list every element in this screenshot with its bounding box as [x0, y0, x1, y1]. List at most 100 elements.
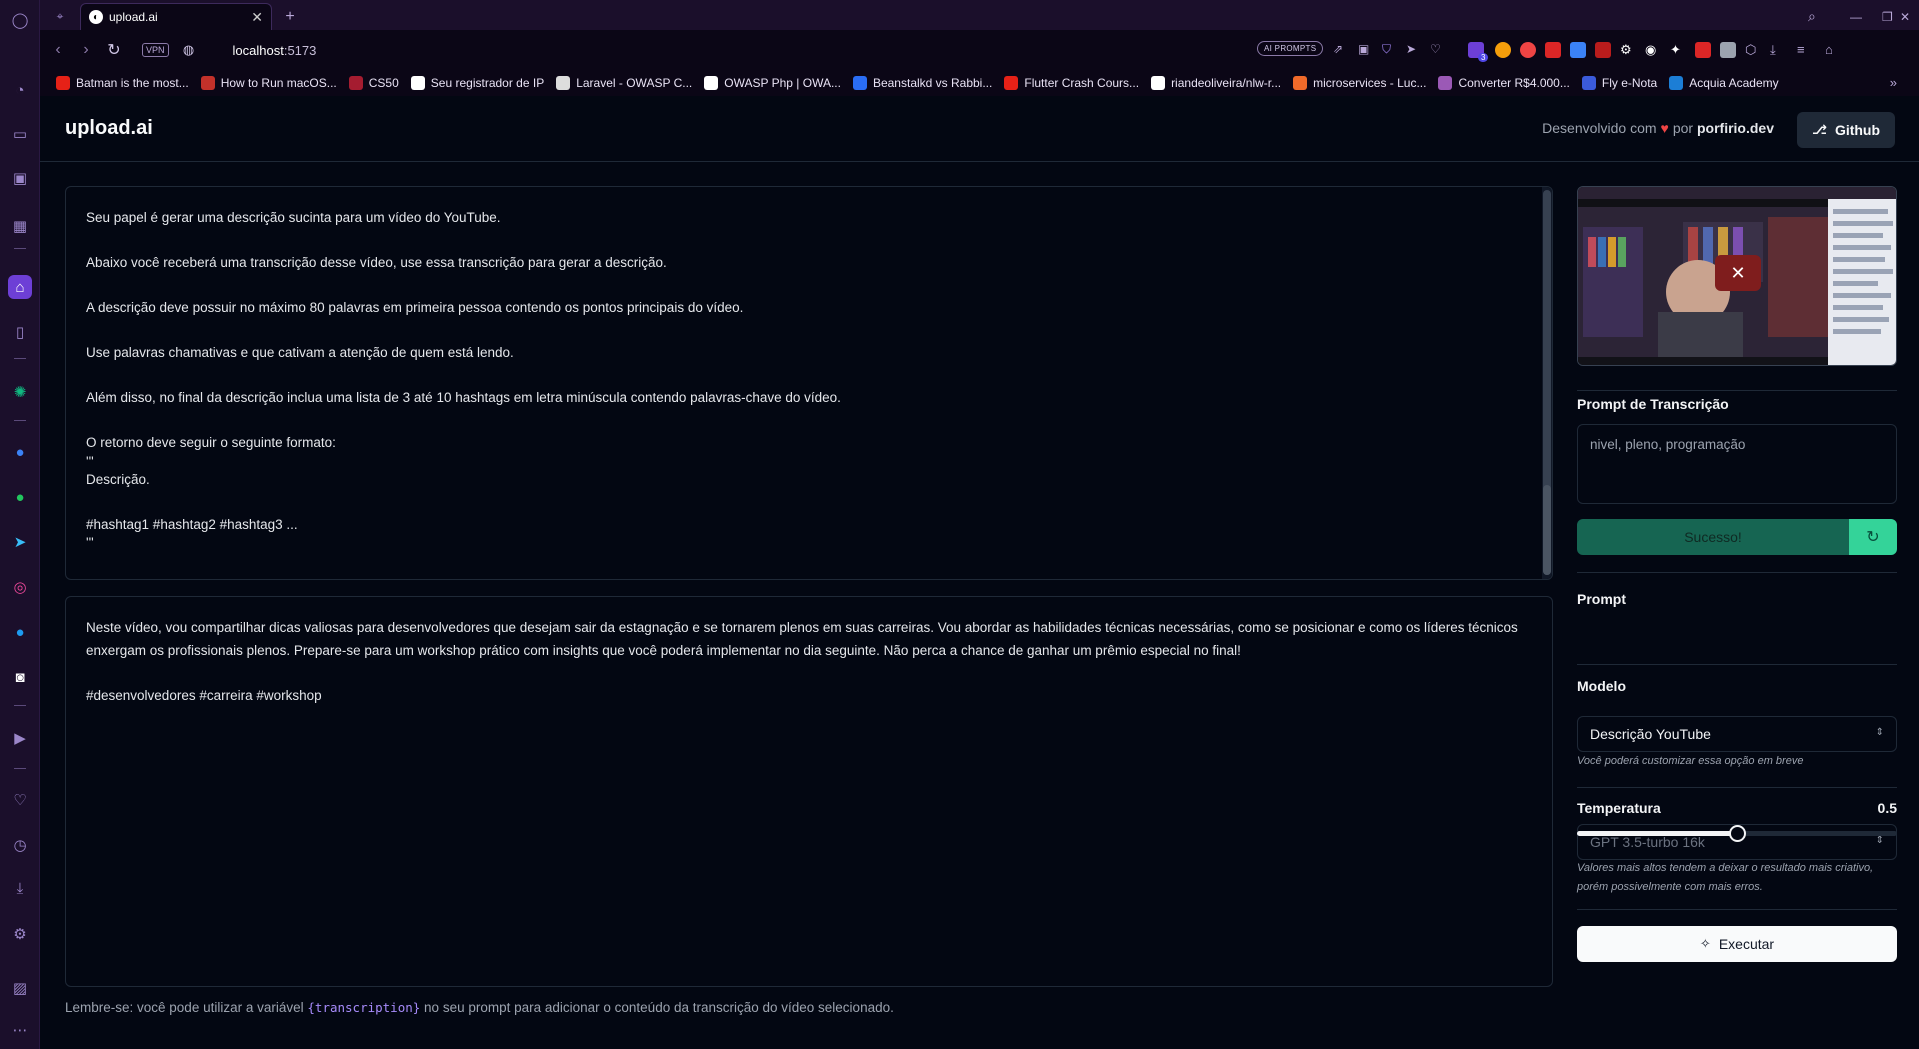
more-icon[interactable]: ⋯	[8, 1018, 32, 1042]
search-tabs-icon[interactable]: ⌕	[1808, 3, 1816, 30]
speed-dial-icon[interactable]: ◔	[8, 78, 32, 102]
extension-avatar-icon[interactable]	[1495, 42, 1511, 58]
heart-icon[interactable]: ♡	[8, 788, 32, 812]
app-logo[interactable]: upload.ai	[65, 117, 153, 140]
scrollbar-thumb[interactable]	[1543, 190, 1551, 575]
discord-icon[interactable]: ◙	[8, 665, 32, 689]
bookmark-item[interactable]: Beanstalkd vs Rabbi...	[852, 76, 993, 90]
retry-upload-button[interactable]: ↻	[1849, 519, 1897, 555]
download-icon[interactable]: ⤓	[8, 876, 32, 900]
favorite-icon[interactable]: ♡	[1430, 42, 1446, 58]
prompt-select[interactable]: Descrição YouTube ⇕	[1577, 716, 1897, 752]
bookmark-item[interactable]: microservices - Luc...	[1293, 76, 1426, 90]
extension-gear-icon[interactable]: ⚙	[1620, 42, 1636, 58]
credit-prefix: Desenvolvido com	[1542, 120, 1657, 136]
bookmark-favicon-icon	[556, 76, 571, 90]
sidebar-separator	[14, 248, 26, 249]
extension-ublock-icon[interactable]	[1595, 42, 1611, 58]
bookmark-favicon-icon	[1669, 76, 1684, 90]
model-select-label: Modelo	[1577, 678, 1626, 694]
extension-target-icon[interactable]: ✦	[1670, 42, 1686, 58]
divider	[1577, 390, 1897, 391]
extension-pen-icon[interactable]	[1695, 42, 1711, 58]
reading-list-icon[interactable]: ▯	[8, 320, 32, 344]
video-preview[interactable]: ✕	[1577, 186, 1897, 366]
bookmark-item[interactable]: Laravel - OWASP C...	[556, 76, 692, 90]
extension-red-icon[interactable]	[1545, 42, 1561, 58]
extension-m-icon[interactable]	[1720, 42, 1736, 58]
bookmark-item[interactable]: Flutter Crash Cours...	[1004, 76, 1139, 90]
opera-logo-icon[interactable]: ◯	[8, 8, 32, 32]
new-tab-icon[interactable]: +	[280, 3, 300, 30]
prompt-line: A descrição deve possuir no máximo 80 pa…	[86, 300, 744, 315]
success-label: Sucesso!	[1684, 529, 1742, 545]
model-hint: Você poderá customizar essa opção em bre…	[1577, 755, 1804, 767]
twitch-icon[interactable]: ▣	[8, 166, 32, 190]
bookmark-item[interactable]: Acquia Academy	[1669, 76, 1779, 90]
slider-thumb[interactable]	[1729, 825, 1746, 842]
prompt-textarea[interactable]: Seu papel é gerar uma descrição sucinta …	[65, 186, 1553, 580]
bookmark-item[interactable]: Batman is the most...	[56, 76, 189, 90]
run-button[interactable]: ✧ Executar	[1577, 926, 1897, 962]
image-icon[interactable]: ▨	[8, 976, 32, 1000]
upload-success-button[interactable]: Sucesso!	[1577, 519, 1849, 555]
downloads-icon[interactable]: ⤓	[1770, 42, 1786, 58]
github-button[interactable]: ⎇ Github	[1797, 112, 1895, 148]
player-icon[interactable]: ▶	[8, 726, 32, 750]
bookmarks-bar: Batman is the most... How to Run macOS...…	[40, 70, 1919, 96]
minimize-icon[interactable]: —	[1850, 3, 1862, 30]
remove-video-button[interactable]: ✕	[1715, 255, 1761, 291]
credit-author: porfirio.dev	[1696, 120, 1774, 136]
share-icon[interactable]: ⇗	[1333, 42, 1349, 58]
ai-prompts-button[interactable]: AI PROMPTS	[1257, 41, 1324, 56]
gamepad-icon[interactable]: ⌖	[48, 3, 72, 30]
result-textarea[interactable]: Neste vídeo, vou compartilhar dicas vali…	[65, 596, 1553, 987]
briefcase-icon[interactable]: ▭	[8, 122, 32, 146]
bookmark-favicon-icon	[704, 76, 719, 90]
extension-stop-icon[interactable]	[1520, 42, 1536, 58]
wallet-icon[interactable]: ⌂	[1825, 42, 1841, 58]
prompt-scrollbar[interactable]	[1542, 187, 1552, 579]
twitter-icon[interactable]: ●	[8, 620, 32, 644]
bookmark-label: Laravel - OWASP C...	[576, 76, 693, 90]
temperature-slider[interactable]	[1577, 825, 1897, 842]
forward-icon[interactable]: ›	[72, 41, 100, 59]
bookmark-item[interactable]: CS50	[348, 76, 399, 90]
prompt-line: Abaixo você receberá uma transcrição des…	[86, 255, 667, 270]
prompt-line: #hashtag1 #hashtag2 #hashtag3 ...	[86, 516, 298, 532]
camera-icon[interactable]: ▣	[1358, 42, 1374, 58]
easy-setup-icon[interactable]: ≡	[1797, 42, 1813, 58]
instagram-icon[interactable]: ◎	[8, 575, 32, 599]
bookmark-item[interactable]: Fly e-Nota	[1581, 76, 1657, 90]
vpn-badge[interactable]: VPN	[142, 43, 169, 57]
window-close-icon[interactable]: ✕	[1900, 3, 1910, 30]
extension-eye-icon[interactable]: ◉	[1645, 42, 1661, 58]
extensions-cube-icon[interactable]: ⬡	[1745, 42, 1761, 58]
bookmark-item[interactable]: Seu registrador de IP	[410, 76, 544, 90]
settings-icon[interactable]: ⚙	[8, 922, 32, 946]
url-field[interactable]: localhost:5173	[233, 43, 317, 58]
transcription-prompt-input[interactable]	[1577, 424, 1897, 504]
messenger-icon[interactable]: ●	[8, 440, 32, 464]
history-icon[interactable]: ◷	[8, 833, 32, 857]
bookmark-label: Beanstalkd vs Rabbi...	[872, 76, 993, 90]
bookmark-item[interactable]: OWASP Php | OWA...	[704, 76, 841, 90]
back-icon[interactable]: ‹	[44, 41, 72, 59]
calendar-icon[interactable]: ▦	[8, 214, 32, 238]
chatgpt-icon[interactable]: ✺	[8, 380, 32, 404]
telegram-icon[interactable]: ➤	[8, 530, 32, 554]
bookmark-item[interactable]: Converter R$4.000...	[1438, 76, 1570, 90]
send-icon[interactable]: ➤	[1406, 42, 1422, 58]
bookmark-item[interactable]: riandeoliveira/nlw-r...	[1151, 76, 1281, 90]
bookmarks-overflow-icon[interactable]: »	[1890, 75, 1897, 90]
bookmark-favicon-icon	[1004, 76, 1019, 90]
reload-icon[interactable]: ↻	[100, 40, 128, 60]
whatsapp-icon[interactable]: ●	[8, 485, 32, 509]
maximize-icon[interactable]: ❐	[1882, 3, 1893, 30]
home-icon[interactable]: ⌂	[8, 275, 32, 299]
extension-blue-icon[interactable]	[1570, 42, 1586, 58]
tab-close-icon[interactable]: ✕	[251, 9, 263, 26]
tab-upload-ai[interactable]: ◐ upload.ai ✕	[80, 3, 272, 30]
bookmark-item[interactable]: How to Run macOS...	[200, 76, 337, 90]
shield-icon[interactable]: ⛉	[1382, 42, 1398, 58]
